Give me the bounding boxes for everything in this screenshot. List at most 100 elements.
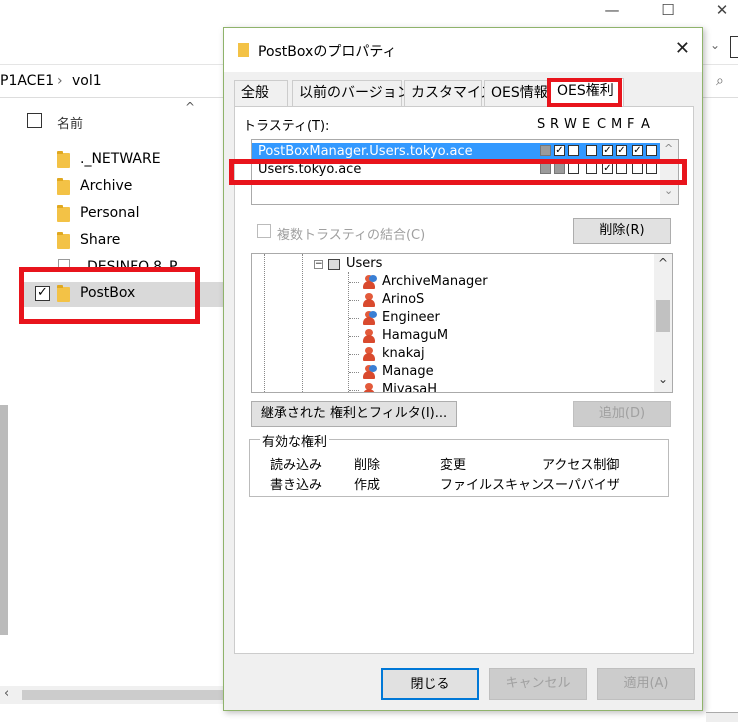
column-header-name[interactable]: 名前 <box>57 113 83 132</box>
rights-header-c: C <box>597 117 607 132</box>
tree-line <box>349 372 359 373</box>
file-name: Share <box>80 232 121 248</box>
folder-icon <box>57 232 70 249</box>
folder-icon <box>57 178 70 195</box>
tree-item[interactable]: ArchiveManager <box>382 273 488 291</box>
cancel-button[interactable]: キャンセル <box>489 668 587 700</box>
right-create: 作成 <box>354 478 381 493</box>
horizontal-scrollbar[interactable]: ‹ <box>0 686 228 704</box>
tree-line <box>349 300 359 301</box>
view-toggle-icons[interactable] <box>706 712 738 722</box>
right-checkbox-f[interactable]: ✓ <box>632 145 643 156</box>
help-icon[interactable] <box>730 36 738 58</box>
user-icon <box>362 293 376 307</box>
list-item[interactable]: Personal <box>22 202 232 226</box>
tree-line <box>349 354 359 355</box>
group-icon <box>362 275 377 289</box>
maximize-button[interactable]: ☐ <box>648 0 688 22</box>
scroll-thumb[interactable] <box>656 300 670 332</box>
right-checkbox-c[interactable]: ✓ <box>602 145 613 156</box>
rights-header-w: W <box>564 117 577 132</box>
minimize-button[interactable]: — <box>592 0 632 22</box>
scroll-up-icon[interactable]: ^ <box>658 256 668 270</box>
effective-rights-group: 有効な権利 読み込み 削除 変更 アクセス制御 書き込み 作成 ファイルスキャン… <box>249 431 669 497</box>
tree-item[interactable]: ArinoS <box>382 291 424 309</box>
tree-item[interactable]: MiyasaH <box>382 381 437 392</box>
right-read: 読み込み <box>270 458 323 473</box>
right-write: 書き込み <box>270 478 323 493</box>
scroll-up-icon[interactable]: ^ <box>664 142 673 155</box>
breadcrumb-drive[interactable]: P1ACE1 <box>0 73 54 89</box>
scroll-down-icon[interactable]: ⌄ <box>658 372 668 386</box>
tab-oes-info[interactable]: OES情報 <box>484 80 548 106</box>
right-supervisor: スーパバイザ <box>542 478 620 493</box>
vertical-scrollbar-thumb[interactable] <box>0 405 8 635</box>
user-icon <box>362 347 376 361</box>
file-name: ._NETWARE <box>80 151 161 167</box>
right-checkbox-r[interactable]: ✓ <box>554 145 565 156</box>
rights-header-e: E <box>582 117 591 132</box>
list-item[interactable]: Share <box>22 229 232 253</box>
close-window-button[interactable]: ✕ <box>702 0 738 22</box>
breadcrumb-folder[interactable]: vol1 <box>72 73 102 89</box>
list-item[interactable]: ._NETWARE <box>22 148 232 172</box>
folder-icon <box>238 43 249 57</box>
tree-item[interactable]: knakaj <box>382 345 425 363</box>
right-checkbox-e[interactable] <box>586 145 597 156</box>
combine-trustees-checkbox[interactable] <box>257 224 271 238</box>
file-name: Archive <box>80 178 133 194</box>
directory-tree[interactable]: − Users ArchiveManager ArinoS Engineer Hama… <box>251 253 673 393</box>
tree-item[interactable]: Manage <box>382 363 434 381</box>
tab-customize[interactable]: カスタマイズ <box>404 80 495 106</box>
trustee-name: PostBoxManager.Users.tokyo.ace <box>258 144 473 159</box>
group-icon <box>362 365 377 379</box>
apply-button[interactable]: 適用(A) <box>597 668 695 700</box>
sort-up-icon: ^ <box>185 100 196 114</box>
collapse-icon[interactable]: − <box>314 260 323 269</box>
highlight-box-tab <box>547 78 622 107</box>
scroll-down-icon[interactable]: ⌄ <box>664 184 673 197</box>
tree-line <box>349 390 359 391</box>
tab-general[interactable]: 全般 <box>234 80 288 106</box>
tree-line <box>302 254 303 392</box>
highlight-box-trustee <box>229 159 687 185</box>
trustee-label: トラスティ(T): <box>243 119 330 134</box>
rights-header-r: R <box>550 117 560 132</box>
right-checkbox-m[interactable]: ✓ <box>616 145 627 156</box>
oes-rights-panel: トラスティ(T): S R W E C M F A PostBoxManager… <box>229 106 694 654</box>
close-dialog-button[interactable]: ✕ <box>675 38 690 59</box>
chevron-down-icon[interactable]: ⌄ <box>710 38 720 52</box>
delete-button[interactable]: 削除(R) <box>573 218 671 244</box>
trustee-row[interactable]: PostBoxManager.Users.tokyo.ace ✓ ✓ ✓ ✓ <box>252 143 662 160</box>
search-icon[interactable]: ⌕ <box>716 73 724 89</box>
container-icon <box>328 259 340 270</box>
scroll-left-icon[interactable]: ‹ <box>4 686 9 701</box>
group-icon <box>362 311 377 325</box>
tree-scrollbar[interactable]: ^ ⌄ <box>654 254 672 392</box>
right-modify: 変更 <box>440 458 467 473</box>
folder-icon <box>57 205 70 222</box>
rights-header: S R W E C M F A <box>537 117 677 132</box>
combine-trustees-label: 複数トラスティの結合(C) <box>277 228 426 243</box>
right-access-control: アクセス制御 <box>542 458 620 473</box>
add-button[interactable]: 追加(D) <box>573 401 671 427</box>
tree-line <box>349 336 359 337</box>
tab-previous-versions[interactable]: 以前のバージョン <box>292 80 411 106</box>
tree-line <box>264 254 265 392</box>
inherited-rights-button[interactable]: 継承された 権利とフィルタ(I)... <box>251 401 457 427</box>
right-file-scan: ファイルスキャン <box>440 478 545 493</box>
tree-item[interactable]: HamaguM <box>382 327 448 345</box>
right-checkbox-s[interactable] <box>540 145 551 156</box>
breadcrumb-separator-icon: › <box>57 73 63 89</box>
right-checkbox-a[interactable] <box>646 145 657 156</box>
select-all-checkbox[interactable] <box>27 113 42 128</box>
close-ok-button[interactable]: 閉じる <box>381 668 479 700</box>
tree-root-users[interactable]: Users <box>346 255 382 273</box>
tree-item[interactable]: Engineer <box>382 309 440 327</box>
right-checkbox-w[interactable] <box>568 145 579 156</box>
scroll-thumb[interactable] <box>22 690 227 700</box>
properties-dialog: PostBoxのプロパティ ✕ 全般 以前のバージョン カスタマイズ OES情報… <box>223 27 703 711</box>
rights-header-f: F <box>627 117 635 132</box>
rights-header-m: M <box>611 117 623 132</box>
list-item[interactable]: Archive <box>22 175 232 199</box>
